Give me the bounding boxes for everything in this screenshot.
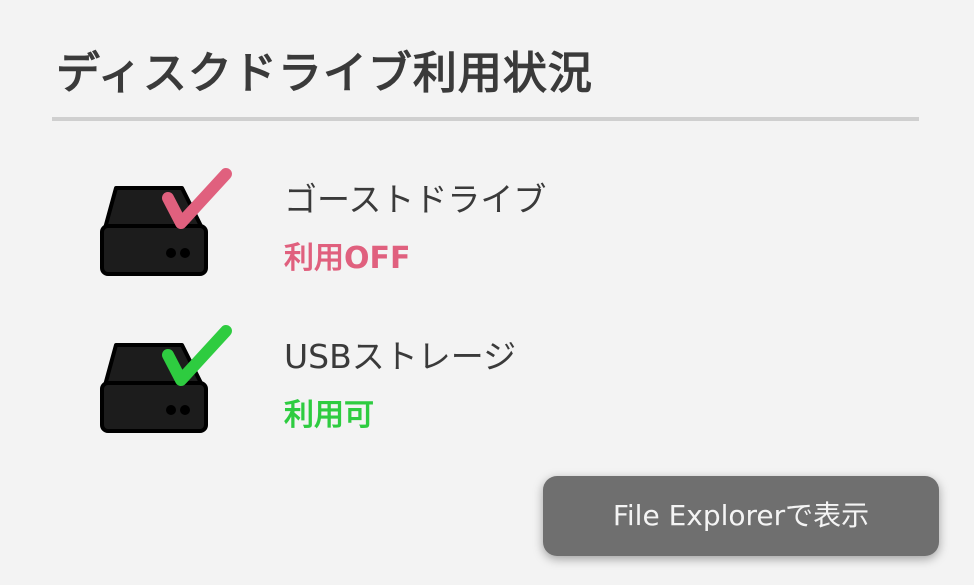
- disk-usage-panel: ディスクドライブ利用状況 ゴーストドライブ 利用OFF USBストレージ 利用可…: [0, 0, 974, 585]
- drive-item-ghost-drive: ゴーストドライブ 利用OFF: [98, 168, 698, 298]
- drive-item-usb-storage: USBストレージ 利用可: [98, 325, 698, 455]
- drive-name: USBストレージ: [284, 337, 517, 376]
- drive-status: 利用OFF: [284, 241, 411, 276]
- hard-drive-icon: [100, 168, 232, 276]
- hard-drive-icon: [100, 325, 232, 433]
- drive-status: 利用可: [284, 398, 374, 433]
- show-in-file-explorer-button[interactable]: File Explorerで表示: [543, 476, 939, 556]
- title-divider: [52, 117, 919, 121]
- page-title: ディスクドライブ利用状況: [56, 48, 593, 99]
- drive-name: ゴーストドライブ: [284, 180, 547, 219]
